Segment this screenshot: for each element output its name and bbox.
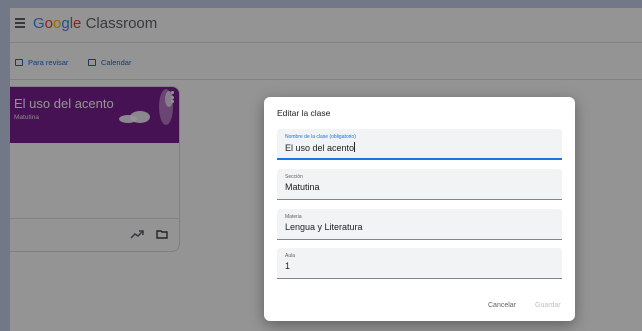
section-field[interactable]: Sección Matutina (277, 169, 562, 200)
edit-class-dialog: Editar la clase Nombre de la clase (obli… (264, 97, 575, 321)
section-value[interactable]: Matutina (285, 182, 320, 192)
class-name-field[interactable]: Nombre de la clase (obligatorio) El uso … (277, 129, 562, 160)
section-label: Sección (285, 174, 303, 180)
text-caret (354, 142, 356, 152)
subject-field[interactable]: Materia Lengua y Literatura (277, 209, 562, 240)
subject-value[interactable]: Lengua y Literatura (285, 222, 363, 232)
save-button[interactable]: Guardar (535, 302, 561, 309)
class-name-label: Nombre de la clase (obligatorio) (285, 134, 356, 140)
cancel-button[interactable]: Cancelar (488, 302, 516, 309)
class-name-value[interactable]: El uso del acento (285, 142, 356, 153)
room-label: Aula (285, 253, 296, 259)
room-value[interactable]: 1 (285, 261, 290, 271)
dialog-title: Editar la clase (277, 108, 331, 118)
subject-label: Materia (285, 214, 302, 220)
room-field[interactable]: Aula 1 (277, 248, 562, 279)
